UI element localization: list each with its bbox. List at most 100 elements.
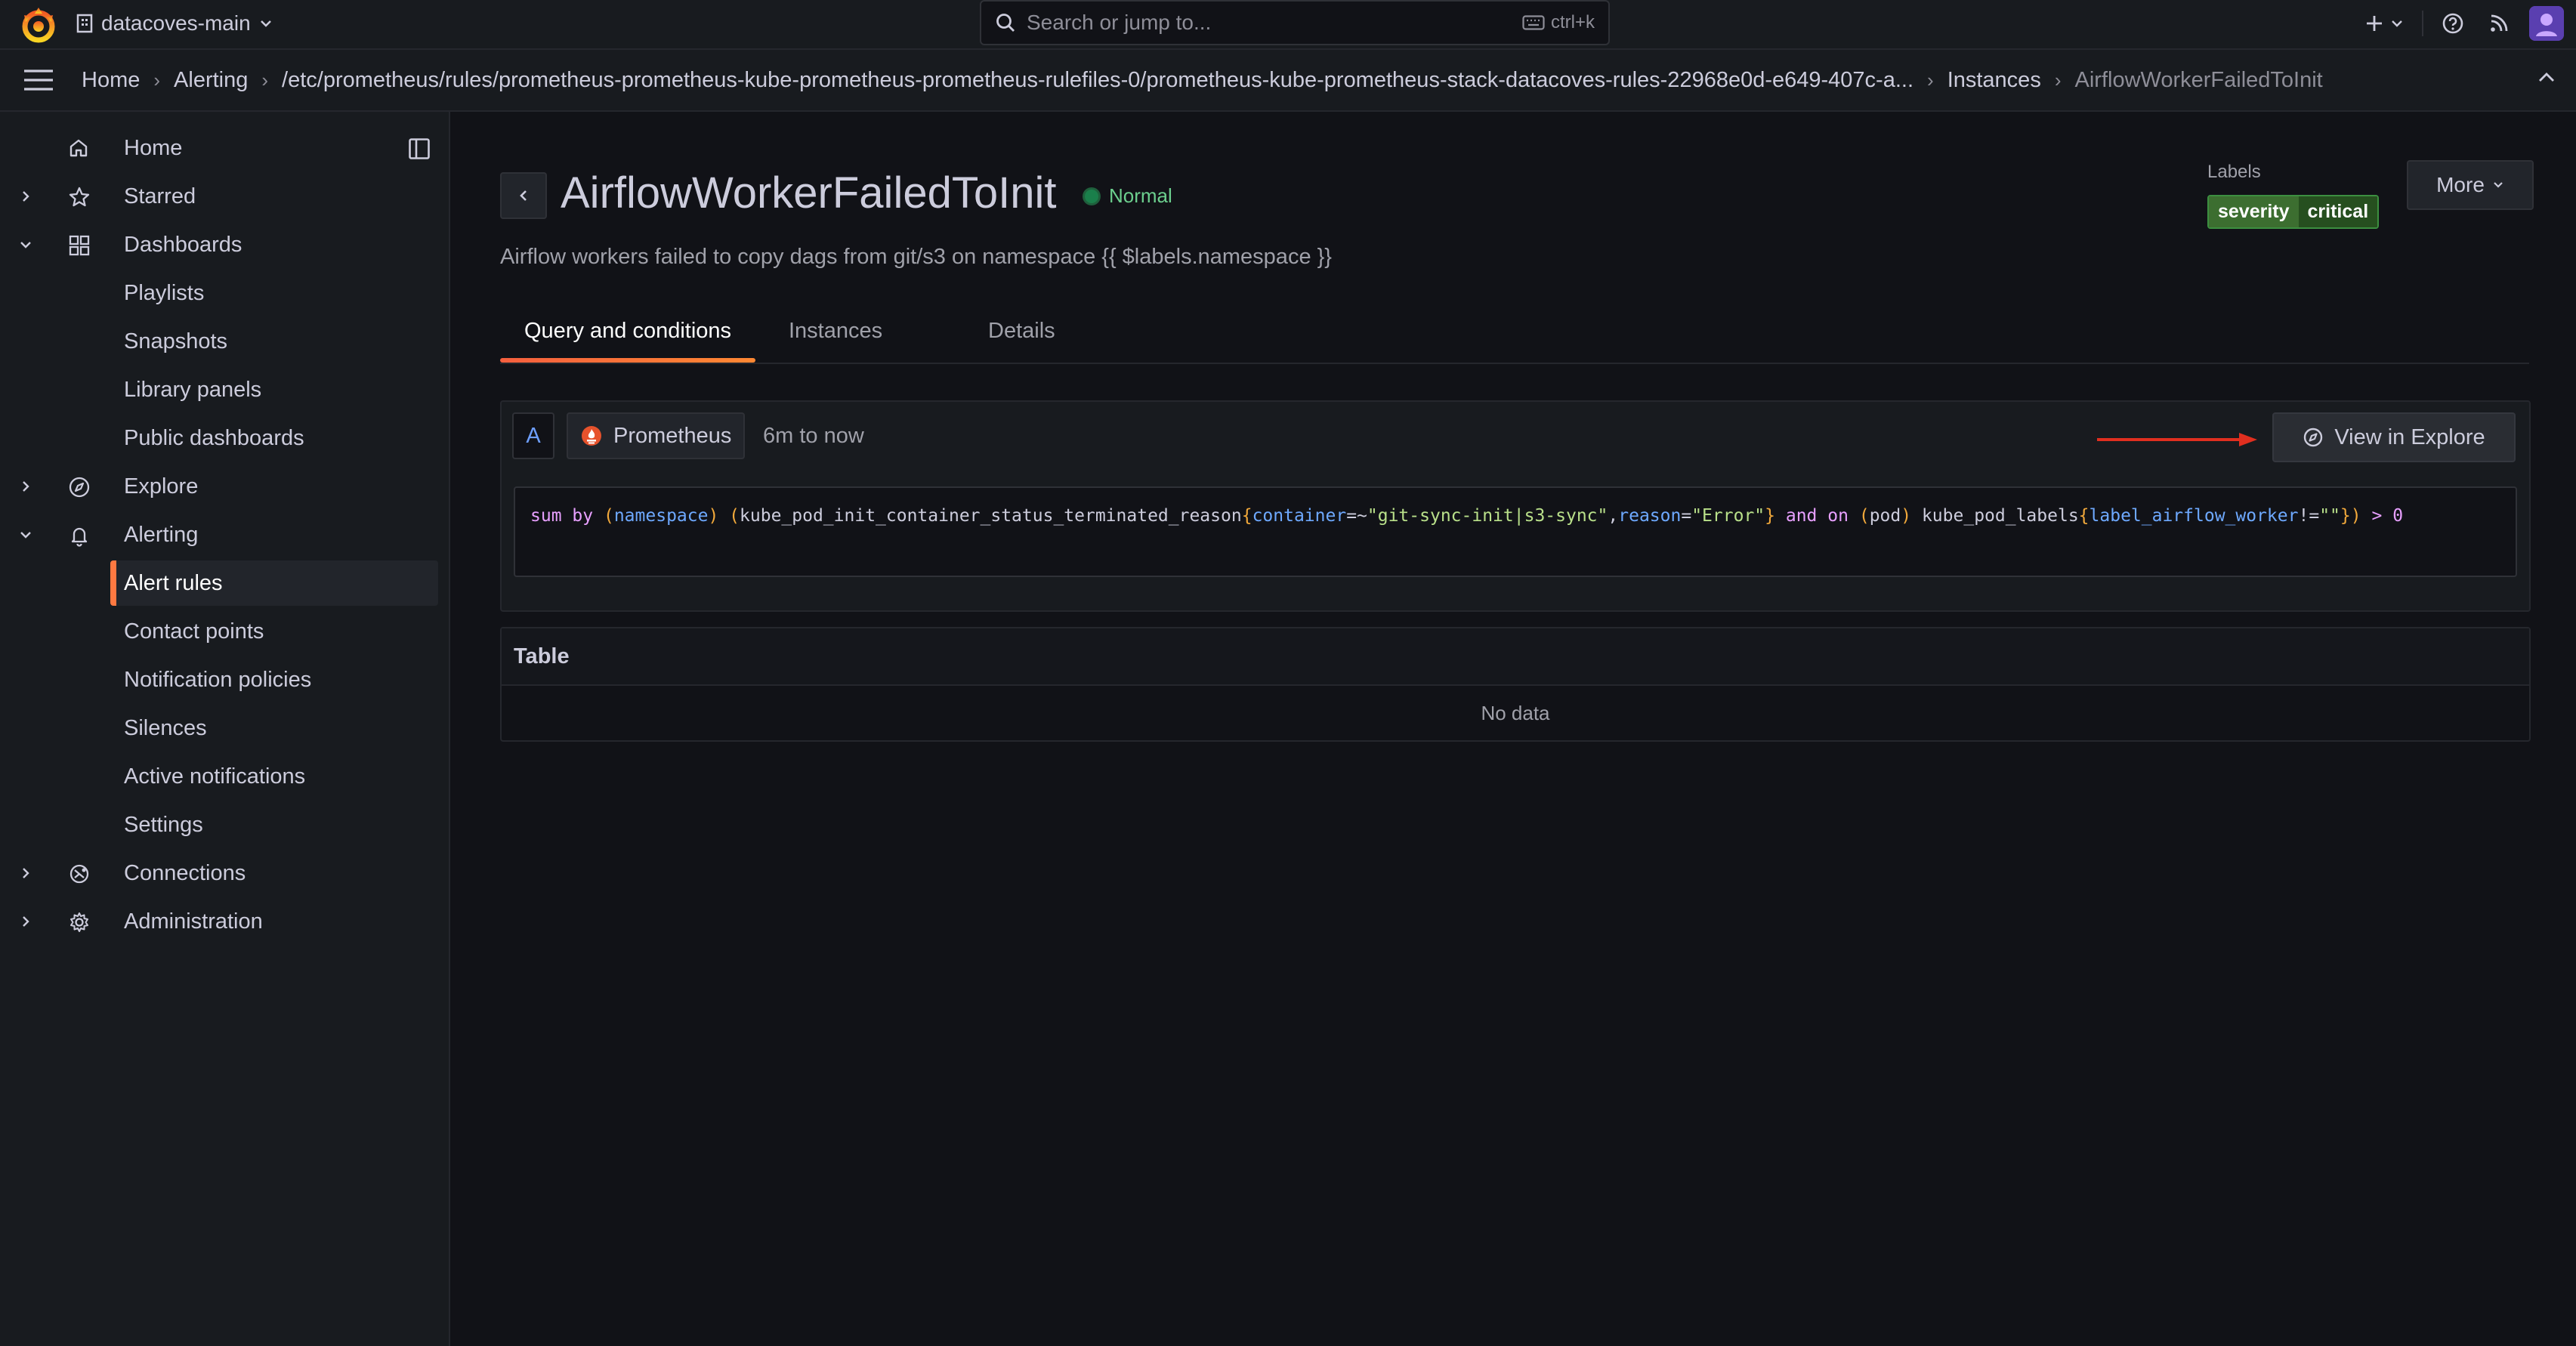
sidebar-item-alert-rules[interactable]: Alert rules: [110, 560, 438, 606]
chevron-right-icon[interactable]: [18, 914, 33, 929]
tab-details[interactable]: Details: [988, 301, 1055, 361]
view-in-explore-button[interactable]: View in Explore: [2272, 412, 2516, 462]
chevron-right-icon: ›: [153, 68, 161, 91]
more-label: More: [2436, 173, 2485, 196]
tab-instances[interactable]: Instances: [789, 301, 882, 361]
query-token: ): [708, 506, 719, 526]
sidebar-item-label: Public dashboards: [124, 425, 304, 450]
query-token: [1911, 506, 1922, 526]
breadcrumb-alerting[interactable]: Alerting: [174, 68, 248, 93]
label-chip: severity critical: [2207, 195, 2380, 229]
user-avatar[interactable]: [2529, 6, 2564, 41]
dashboards-icon: [68, 234, 91, 257]
datasource-name: Prometheus: [613, 423, 732, 448]
more-button[interactable]: More: [2407, 160, 2534, 210]
query-token: (: [603, 506, 614, 526]
sidebar-item-public-dashboards[interactable]: Public dashboards: [0, 415, 438, 461]
tab-bar: Query and conditions Instances Details: [500, 301, 2529, 364]
sidebar-item-connections[interactable]: Connections: [0, 851, 438, 896]
building-icon: [76, 14, 93, 33]
breadcrumb-instances[interactable]: Instances: [1947, 68, 2041, 93]
query-token: !=: [2298, 506, 2320, 526]
sidebar-item-library-panels[interactable]: Library panels: [0, 367, 438, 412]
news-button[interactable]: [2488, 13, 2510, 34]
sidebar-item-label: Snapshots: [124, 329, 228, 353]
sidebar-item-contact-points[interactable]: Contact points: [0, 609, 438, 654]
avatar-icon: [2529, 6, 2564, 41]
query-token: pod: [1869, 506, 1901, 526]
query-token: =~: [1346, 506, 1367, 526]
sidebar-item-label: Starred: [124, 184, 196, 208]
breadcrumb-current: AirflowWorkerFailedToInit: [2074, 67, 2323, 92]
query-token: [1775, 506, 1786, 526]
sidebar-item-starred[interactable]: Starred: [0, 174, 438, 219]
sidebar-item-playlists[interactable]: Playlists: [0, 270, 438, 316]
sidebar-item-label: Active notifications: [124, 764, 306, 789]
sidebar-item-explore[interactable]: Explore: [0, 464, 438, 509]
query-token: [2361, 506, 2372, 526]
help-button[interactable]: [2442, 12, 2464, 35]
sidebar-item-silences[interactable]: Silences: [0, 705, 438, 751]
chevron-right-icon[interactable]: [18, 866, 33, 881]
query-token: by: [572, 506, 594, 526]
sidebar-item-active-notifications[interactable]: Active notifications: [0, 754, 438, 799]
chevron-right-icon: ›: [1927, 68, 1934, 91]
collapse-header-button[interactable]: [2537, 69, 2556, 85]
query-token: [593, 506, 604, 526]
search-input[interactable]: Search or jump to... ctrl+k: [980, 0, 1610, 45]
query-token: {: [1241, 506, 1252, 526]
chevron-left-icon: [520, 190, 527, 201]
query-token: and: [1785, 506, 1818, 526]
sidebar-item-settings[interactable]: Settings: [0, 802, 438, 847]
sidebar-item-notification-policies[interactable]: Notification policies: [0, 657, 438, 702]
sidebar-item-label: Administration: [124, 909, 263, 934]
compass-icon: [2304, 428, 2323, 447]
label-key: severity: [2209, 196, 2299, 227]
query-token: ,: [1608, 506, 1619, 526]
chevron-down-icon[interactable]: [18, 527, 33, 542]
view-in-explore-label: View in Explore: [2334, 424, 2485, 449]
results-table-panel: Table No data: [500, 627, 2531, 742]
menu-toggle-button[interactable]: [23, 68, 54, 92]
query-ref-id: A: [512, 412, 554, 459]
chevron-right-icon[interactable]: [18, 479, 33, 494]
annotation-arrow: [2096, 431, 2259, 449]
query-token: sum: [530, 506, 562, 526]
sidebar-item-label: Dashboards: [124, 232, 242, 257]
query-token: kube_pod_init_container_status_terminate…: [740, 506, 1242, 526]
help-icon: [2442, 13, 2463, 34]
tab-query-and-conditions[interactable]: Query and conditions: [500, 301, 756, 363]
breadcrumb-home[interactable]: Home: [82, 68, 140, 93]
sidebar-item-snapshots[interactable]: Snapshots: [0, 319, 438, 364]
chevron-down-icon[interactable]: [18, 237, 33, 252]
chevron-right-icon[interactable]: [18, 189, 33, 204]
query-token: {: [2078, 506, 2090, 526]
grafana-logo-icon[interactable]: [18, 5, 59, 45]
back-button[interactable]: [500, 172, 547, 219]
breadcrumb-bar: Home › Alerting › /etc/prometheus/rules/…: [0, 50, 2576, 112]
keyboard-icon: [1522, 15, 1545, 30]
home-icon: [68, 137, 89, 159]
query-token: }: [2340, 506, 2351, 526]
query-token: kube_pod_labels: [1921, 506, 2079, 526]
labels-caption: Labels: [2207, 162, 2261, 182]
plus-icon: [2367, 16, 2382, 31]
top-bar: datacoves-main Search or jump to... ctrl…: [0, 0, 2576, 50]
query-token: label_airflow_worker: [2089, 506, 2299, 526]
state-dot-icon: [1085, 189, 1098, 203]
query-expression[interactable]: sum by (namespace) (kube_pod_init_contai…: [514, 486, 2517, 577]
sidebar-item-alerting[interactable]: Alerting: [0, 512, 438, 557]
query-token: [562, 506, 573, 526]
sidebar-item-home[interactable]: Home: [0, 125, 438, 171]
new-menu-button[interactable]: [2364, 14, 2404, 33]
tab-label: Instances: [789, 318, 883, 343]
label-value: critical: [2298, 196, 2378, 227]
chevron-down-icon: [260, 20, 271, 27]
gear-icon: [68, 911, 91, 934]
search-shortcut-text: ctrl+k: [1550, 12, 1595, 32]
chevron-right-icon: ›: [2054, 68, 2062, 91]
breadcrumb-rule-group[interactable]: /etc/prometheus/rules/prometheus-prometh…: [282, 68, 1913, 93]
org-switcher[interactable]: datacoves-main: [76, 0, 273, 47]
sidebar-item-administration[interactable]: Administration: [0, 899, 438, 944]
sidebar-item-dashboards[interactable]: Dashboards: [0, 222, 438, 267]
